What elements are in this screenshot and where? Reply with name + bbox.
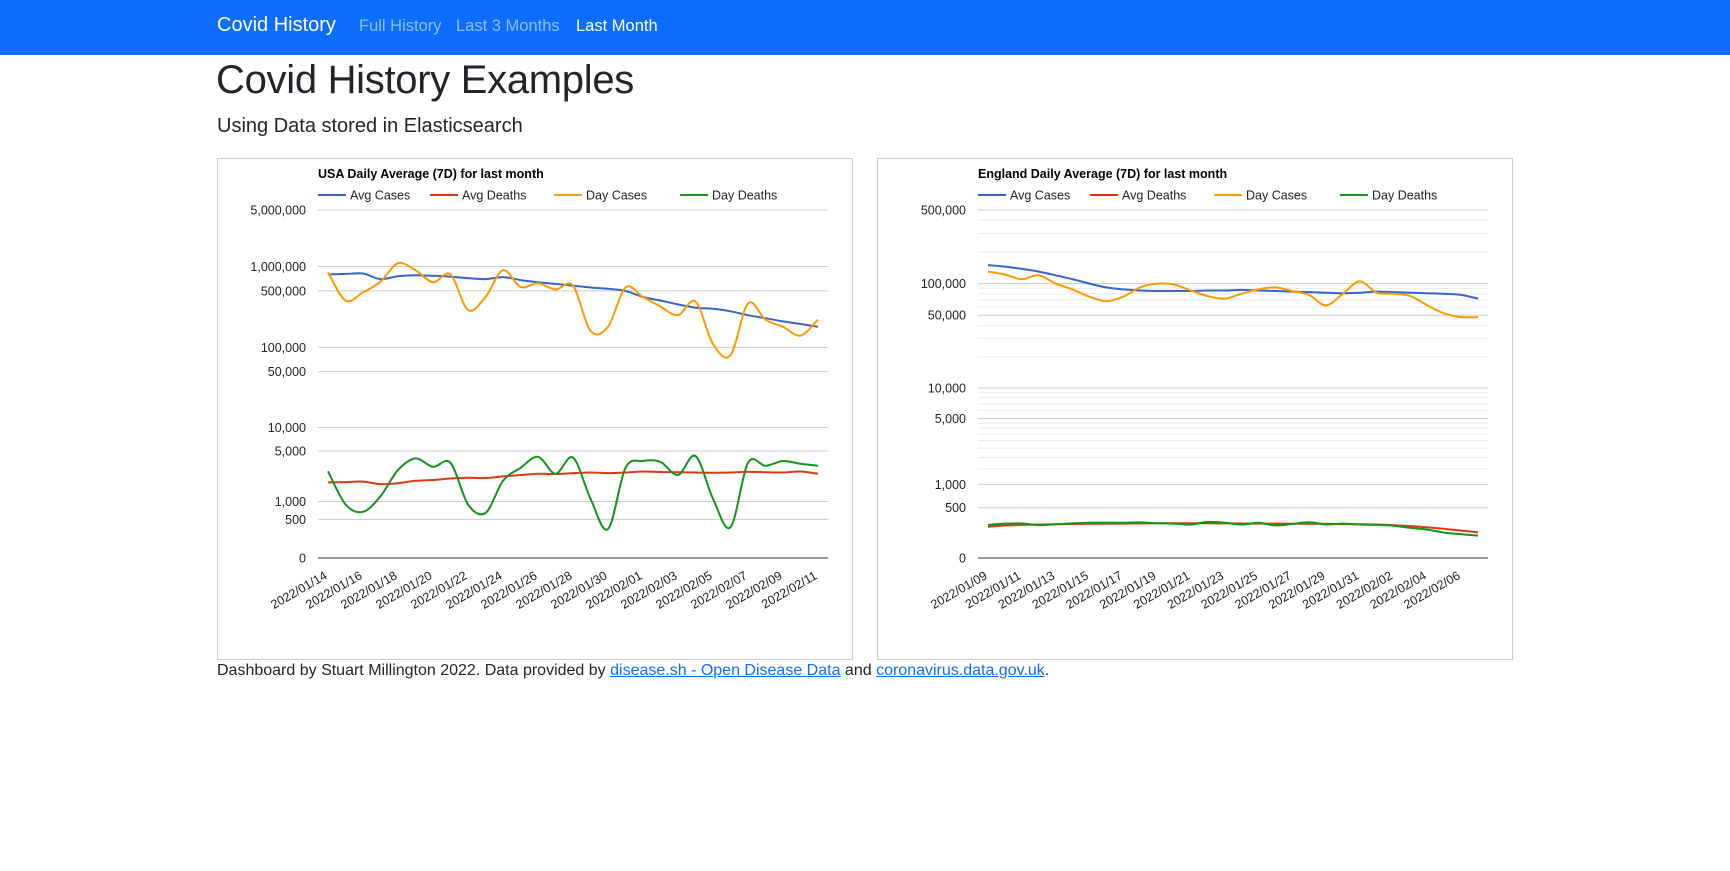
- usa-legend-avg-cases[interactable]: Avg Cases: [318, 189, 410, 203]
- navbar-brand[interactable]: Covid History: [217, 14, 336, 37]
- england-legend-avg-deaths[interactable]: Avg Deaths: [1090, 189, 1186, 203]
- usa-ytick-label: 1,000,000: [250, 260, 306, 274]
- nav-link-last-month[interactable]: Last Month: [576, 17, 658, 36]
- england-ytick-label: 1,000: [935, 478, 966, 492]
- england-ytick-label: 0: [959, 552, 966, 566]
- usa-ytick-label: 50,000: [268, 365, 306, 379]
- england-ytick-label: 500,000: [921, 204, 966, 218]
- england-legend-label-day-cases: Day Cases: [1246, 189, 1307, 203]
- england-series-line-day-deaths[interactable]: [987, 520, 1479, 537]
- england-chart-card: England Daily Average (7D) for last mont…: [877, 158, 1513, 660]
- usa-ytick-label: 0: [299, 552, 306, 566]
- england-ytick-label: 50,000: [928, 309, 966, 323]
- gov-uk-link[interactable]: coronavirus.data.gov.uk: [876, 662, 1045, 679]
- page-subtitle: Using Data stored in Elasticsearch: [217, 115, 523, 137]
- usa-ytick-label: 500: [285, 513, 306, 527]
- usa-chart-card: USA Daily Average (7D) for last month Avg…: [217, 158, 853, 660]
- top-navbar: Covid History Full History Last 3 Months…: [0, 0, 1730, 55]
- usa-legend-day-cases[interactable]: Day Cases: [554, 189, 647, 203]
- england-series-line-day-cases[interactable]: [987, 270, 1479, 319]
- disease-sh-link[interactable]: disease.sh - Open Disease Data: [610, 662, 840, 679]
- england-ytick-label: 10,000: [928, 381, 966, 395]
- england-legend-label-avg-deaths: Avg Deaths: [1122, 189, 1186, 203]
- england-ytick-label: 5,000: [935, 412, 966, 426]
- nav-link-last-3-months[interactable]: Last 3 Months: [456, 17, 560, 36]
- usa-series-line-avg-cases[interactable]: [327, 272, 819, 328]
- usa-legend-label-day-deaths: Day Deaths: [712, 189, 777, 203]
- footer-credit-text: Dashboard by Stuart Millington 2022. Dat…: [217, 662, 611, 679]
- usa-ytick-label: 100,000: [261, 341, 306, 355]
- england-ytick-label: 500: [945, 501, 966, 515]
- usa-ytick-label: 5,000: [275, 445, 306, 459]
- usa-legend-label-avg-deaths: Avg Deaths: [462, 189, 526, 203]
- usa-ytick-label: 5,000,000: [250, 204, 306, 218]
- usa-ytick-label: 10,000: [268, 421, 306, 435]
- usa-legend-label-avg-cases: Avg Cases: [350, 189, 410, 203]
- footer-period: .: [1044, 662, 1050, 679]
- england-legend-label-day-deaths: Day Deaths: [1372, 189, 1437, 203]
- england-legend-day-cases[interactable]: Day Cases: [1214, 189, 1307, 203]
- england-legend-day-deaths[interactable]: Day Deaths: [1340, 189, 1437, 203]
- usa-legend-avg-deaths[interactable]: Avg Deaths: [430, 189, 526, 203]
- england-legend-avg-cases[interactable]: Avg Cases: [978, 189, 1070, 203]
- footer-and-text: and: [840, 662, 877, 679]
- usa-series-line-day-cases[interactable]: [327, 261, 819, 359]
- england-ytick-label: 100,000: [921, 277, 966, 291]
- usa-chart-title: USA Daily Average (7D) for last month: [318, 167, 544, 181]
- usa-legend-label-day-cases: Day Cases: [586, 189, 647, 203]
- usa-ytick-label: 1,000: [275, 495, 306, 509]
- england-chart: England Daily Average (7D) for last mont…: [921, 167, 1488, 612]
- footer: Dashboard by Stuart Millington 2022. Dat…: [217, 662, 1049, 680]
- england-chart-title: England Daily Average (7D) for last mont…: [978, 167, 1227, 181]
- nav-link-full-history[interactable]: Full History: [359, 17, 442, 36]
- england-legend-label-avg-cases: Avg Cases: [1010, 189, 1070, 203]
- page-title: Covid History Examples: [216, 58, 634, 102]
- usa-series-line-day-deaths[interactable]: [327, 454, 819, 531]
- usa-chart: USA Daily Average (7D) for last month Avg…: [250, 167, 828, 612]
- usa-ytick-label: 500,000: [261, 284, 306, 298]
- usa-legend-day-deaths[interactable]: Day Deaths: [680, 189, 777, 203]
